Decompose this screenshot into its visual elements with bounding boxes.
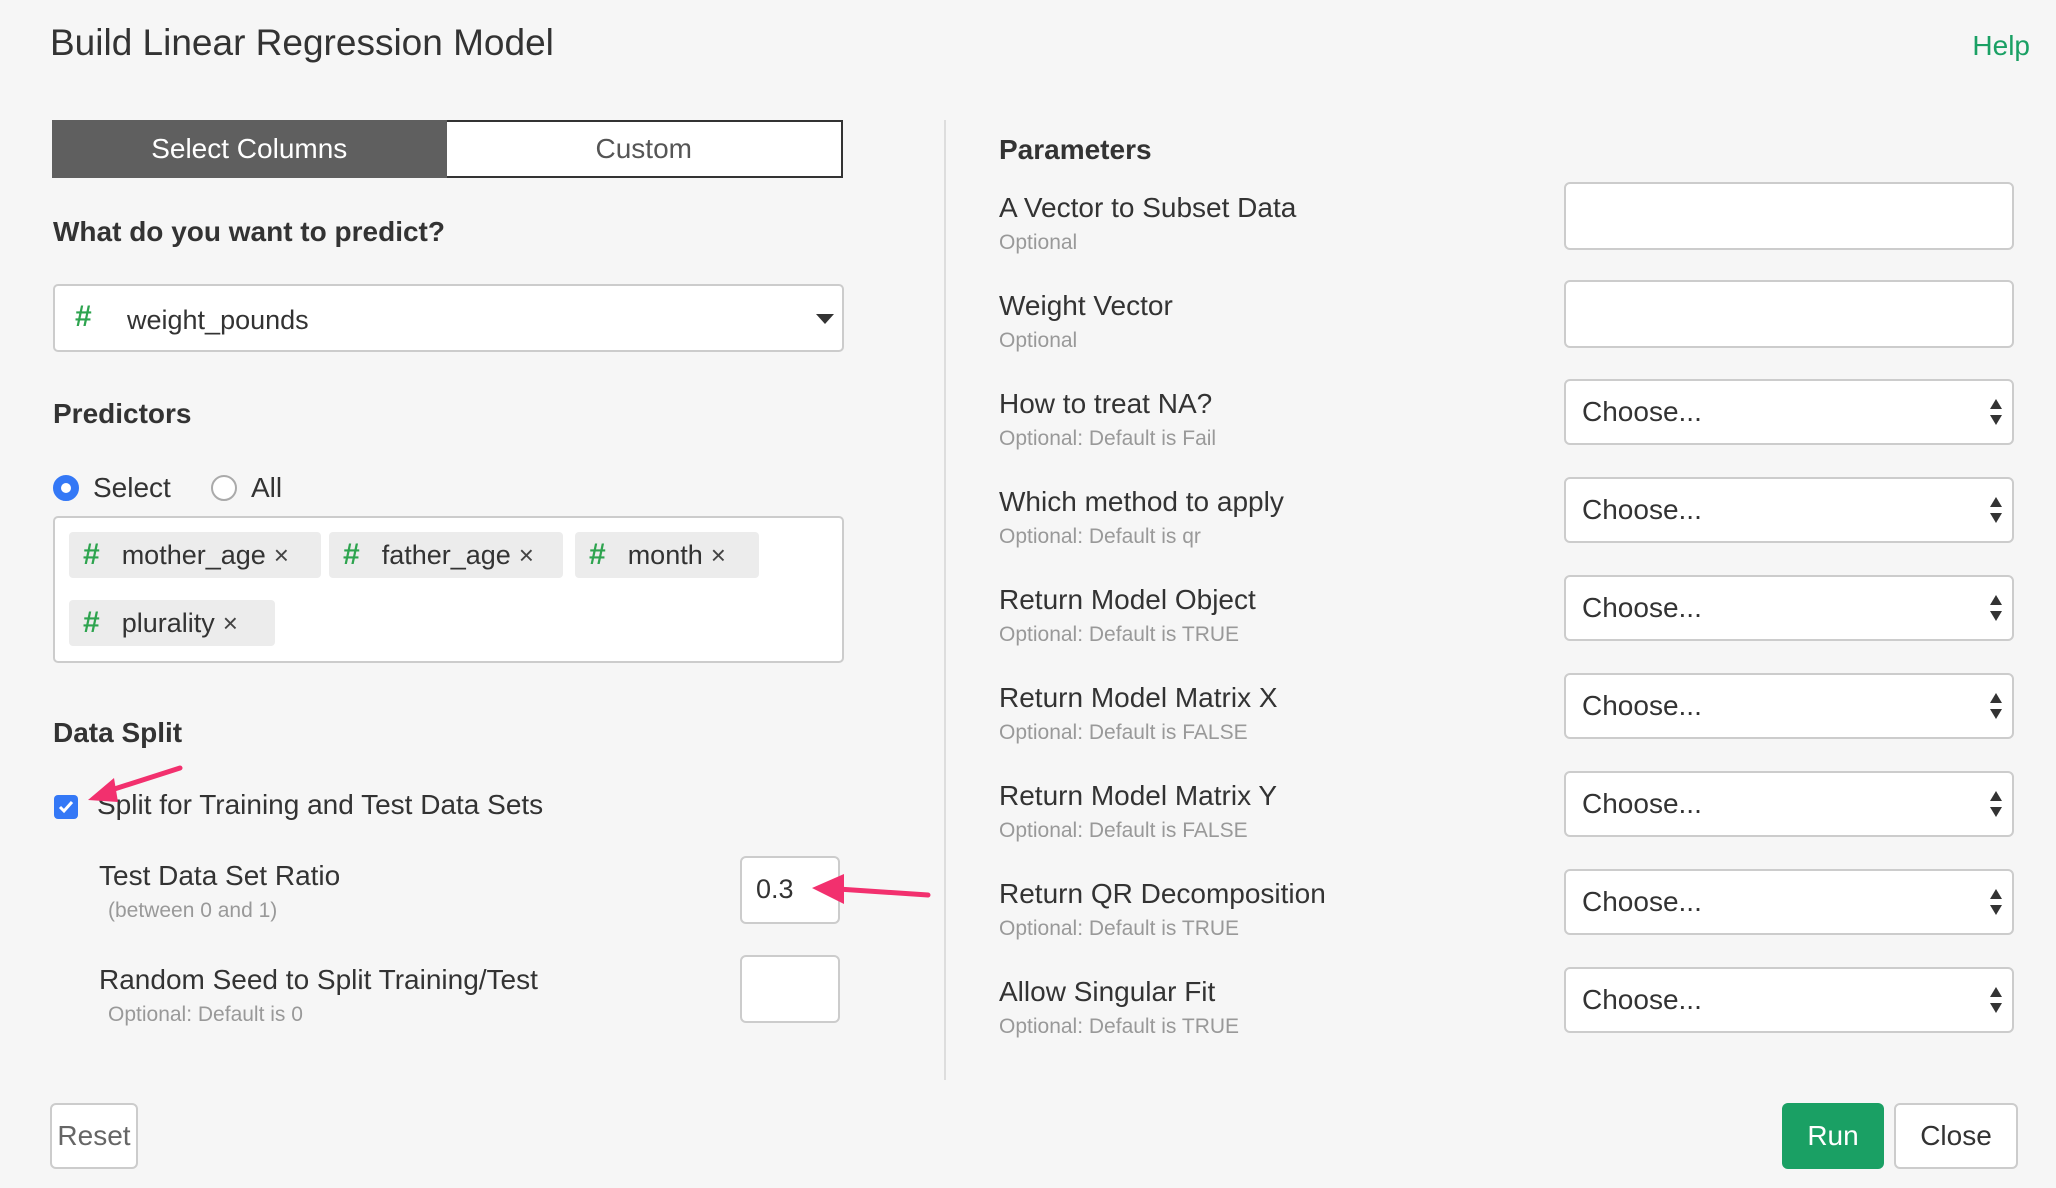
- return-qr-select[interactable]: Choose...: [1564, 869, 2014, 935]
- na-action-select[interactable]: Choose...: [1564, 379, 2014, 445]
- weight-vector-input[interactable]: [1564, 280, 2014, 348]
- random-seed-label: Random Seed to Split Training/Test: [99, 964, 538, 995]
- data-split-title: Data Split: [53, 717, 183, 748]
- remove-tag-icon[interactable]: ×: [711, 540, 726, 571]
- annotation-arrow-icon: [812, 874, 931, 904]
- updown-arrows-icon: [1990, 889, 2002, 915]
- param-hint: Optional: Default is qr: [999, 525, 1201, 548]
- param-label: Weight Vector: [999, 290, 1173, 321]
- predictor-tag-label: plurality: [121, 607, 215, 638]
- param-hint: Optional: Default is TRUE: [999, 917, 1240, 940]
- radio-select-label: Select: [93, 472, 171, 503]
- param-label: Allow Singular Fit: [999, 976, 1216, 1007]
- param-hint: Optional: [999, 329, 1078, 352]
- target-column-select[interactable]: # weight_pounds: [53, 284, 844, 352]
- random-seed-input[interactable]: [740, 955, 840, 1023]
- column-divider: [944, 120, 946, 1080]
- reset-button[interactable]: Reset: [50, 1103, 138, 1169]
- run-button[interactable]: Run: [1782, 1103, 1884, 1169]
- hash-icon: #: [83, 538, 100, 571]
- subset-vector-input[interactable]: [1564, 182, 2014, 250]
- checkmark-icon: [58, 801, 74, 814]
- help-link[interactable]: Help: [1972, 30, 2030, 62]
- predictor-tag-label: father_age: [381, 539, 511, 570]
- return-matrix-y-select[interactable]: Choose...: [1564, 771, 2014, 837]
- predictors-select-option[interactable]: Select: [53, 472, 171, 504]
- predictor-tags-box[interactable]: # mother_age × # father_age × # month × …: [53, 516, 844, 663]
- param-label: Which method to apply: [999, 486, 1284, 517]
- select-value: Choose...: [1582, 396, 1702, 427]
- updown-arrows-icon: [1990, 399, 2002, 425]
- predictors-title: Predictors: [53, 398, 192, 429]
- param-hint: Optional: Default is TRUE: [999, 623, 1240, 646]
- select-value: Choose...: [1582, 690, 1702, 721]
- hash-icon: #: [589, 538, 606, 571]
- close-button[interactable]: Close: [1894, 1103, 2018, 1169]
- tab-select-columns[interactable]: Select Columns: [52, 120, 447, 178]
- predictor-tag: # month ×: [575, 532, 759, 578]
- predictor-tag-label: mother_age: [121, 539, 266, 570]
- predictor-tag: # father_age ×: [329, 532, 563, 578]
- param-label: Return Model Matrix Y: [999, 780, 1278, 811]
- predictor-tag-label: month: [627, 539, 703, 570]
- select-value: Choose...: [1582, 788, 1702, 819]
- param-hint: Optional: Default is FALSE: [999, 721, 1248, 744]
- param-label: Return Model Object: [999, 584, 1256, 615]
- param-label: A Vector to Subset Data: [999, 192, 1297, 223]
- param-hint: Optional: [999, 231, 1078, 254]
- parameters-title: Parameters: [999, 134, 1152, 165]
- test-ratio-hint: (between 0 and 1): [108, 899, 278, 922]
- param-label: Return Model Matrix X: [999, 682, 1278, 713]
- param-label: How to treat NA?: [999, 388, 1213, 419]
- remove-tag-icon[interactable]: ×: [519, 540, 534, 571]
- remove-tag-icon[interactable]: ×: [274, 540, 289, 571]
- select-value: Choose...: [1582, 592, 1702, 623]
- tab-custom[interactable]: Custom: [446, 120, 843, 178]
- predictor-tag: # mother_age ×: [69, 532, 321, 578]
- param-hint: Optional: Default is TRUE: [999, 1015, 1240, 1038]
- radio-all[interactable]: [211, 475, 237, 501]
- dialog-title: Build Linear Regression Model: [50, 22, 554, 63]
- radio-select[interactable]: [53, 475, 79, 501]
- select-value: Choose...: [1582, 494, 1702, 525]
- updown-arrows-icon: [1990, 987, 2002, 1013]
- annotation-arrow-icon: [88, 765, 183, 802]
- remove-tag-icon[interactable]: ×: [223, 608, 238, 639]
- updown-arrows-icon: [1990, 497, 2002, 523]
- return-model-select[interactable]: Choose...: [1564, 575, 2014, 641]
- predictors-all-option[interactable]: All: [211, 472, 282, 504]
- target-column-value: weight_pounds: [127, 305, 309, 335]
- updown-arrows-icon: [1990, 693, 2002, 719]
- method-select[interactable]: Choose...: [1564, 477, 2014, 543]
- hash-icon: #: [75, 300, 92, 333]
- hash-icon: #: [343, 538, 360, 571]
- singular-fit-select[interactable]: Choose...: [1564, 967, 2014, 1033]
- hash-icon: #: [83, 606, 100, 639]
- updown-arrows-icon: [1990, 595, 2002, 621]
- test-ratio-label: Test Data Set Ratio: [99, 860, 341, 891]
- predictor-tag: # plurality ×: [69, 600, 275, 646]
- predict-question: What do you want to predict?: [53, 216, 445, 247]
- select-value: Choose...: [1582, 984, 1702, 1015]
- updown-arrows-icon: [1990, 791, 2002, 817]
- select-value: Choose...: [1582, 886, 1702, 917]
- radio-all-label: All: [251, 472, 283, 503]
- caret-down-icon: [816, 314, 834, 324]
- param-hint: Optional: Default is FALSE: [999, 819, 1248, 842]
- mode-tabs: Select Columns Custom: [52, 120, 843, 178]
- param-hint: Optional: Default is Fail: [999, 427, 1217, 450]
- return-matrix-x-select[interactable]: Choose...: [1564, 673, 2014, 739]
- split-checkbox[interactable]: [54, 795, 78, 819]
- random-seed-hint: Optional: Default is 0: [108, 1003, 303, 1026]
- param-label: Return QR Decomposition: [999, 878, 1326, 909]
